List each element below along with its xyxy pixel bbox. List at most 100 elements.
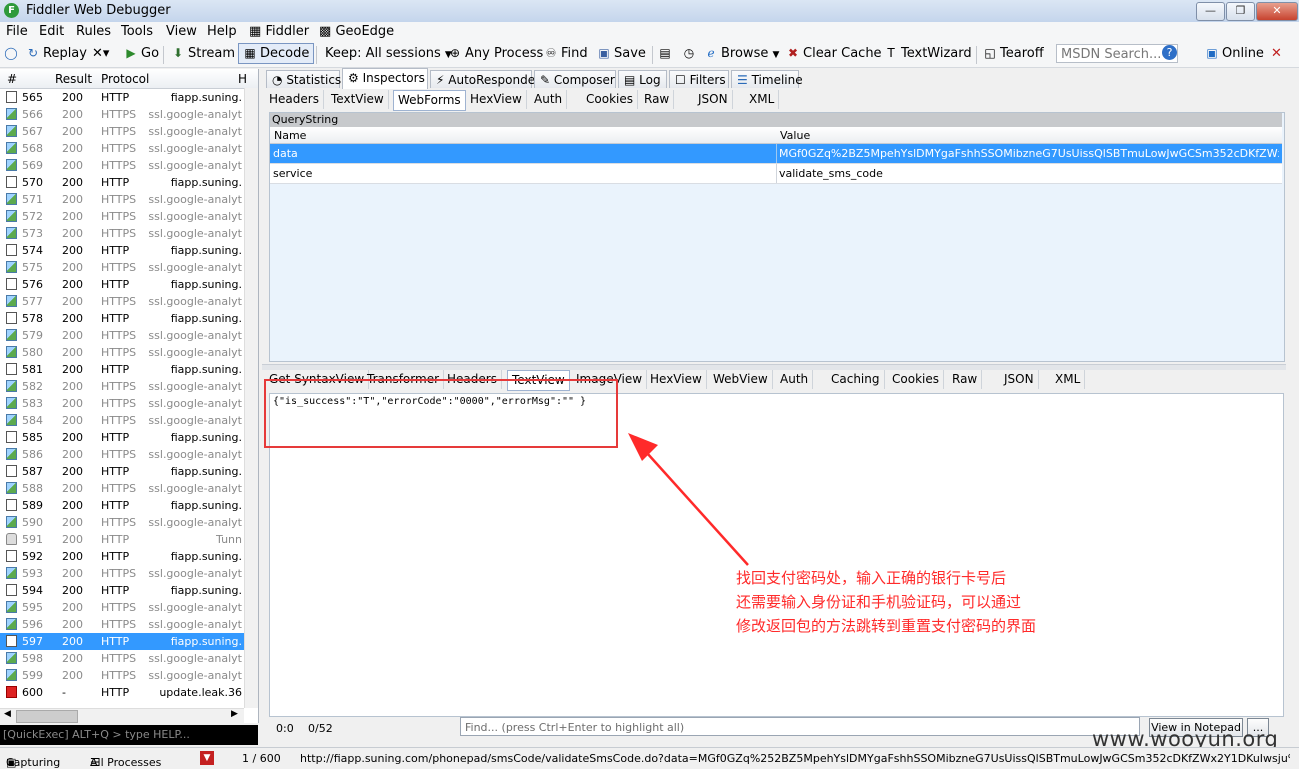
find-button[interactable]: ♾ Find (544, 46, 588, 61)
scroll-left-icon[interactable]: ◀ (4, 709, 11, 719)
col-num[interactable]: # (7, 72, 17, 86)
sessions-scrollbar[interactable] (244, 88, 258, 708)
resp-tab-cookies[interactable]: Cookies (888, 370, 944, 389)
quickexec-input[interactable]: [QuickExec] ALT+Q > type HELP... (0, 725, 258, 745)
table-row[interactable]: 577 200 HTTPS ssl.google-analyt (0, 293, 258, 310)
grid-col-value[interactable]: Value (780, 129, 810, 142)
resp-tab-xml[interactable]: XML (1051, 370, 1086, 389)
right-scrollbar[interactable] (1286, 330, 1299, 410)
table-row[interactable]: 572 200 HTTPS ssl.google-analyt (0, 208, 258, 225)
req-tab-hexview[interactable]: HexView (466, 90, 527, 109)
table-row[interactable]: 581 200 HTTP fiapp.suning. (0, 361, 258, 378)
tab-statistics[interactable]: ◔ Statistics (266, 70, 341, 88)
help-icon[interactable]: ? (1162, 45, 1177, 60)
menu-geoedge[interactable]: ▩ GeoEdge (319, 24, 394, 39)
req-tab-textview[interactable]: TextView (327, 90, 389, 109)
resp-tab-webview[interactable]: WebView (709, 370, 773, 389)
table-row[interactable]: 599 200 HTTPS ssl.google-analyt (0, 667, 258, 684)
table-row[interactable]: 570 200 HTTP fiapp.suning. (0, 174, 258, 191)
table-row[interactable]: 600 - HTTP update.leak.36 (0, 684, 258, 701)
table-row[interactable]: 590 200 HTTPS ssl.google-analyt (0, 514, 258, 531)
close-toolbar-icon[interactable]: ✕ (1271, 46, 1282, 61)
table-row[interactable]: 578 200 HTTP fiapp.suning. (0, 310, 258, 327)
tab-timeline[interactable]: ☰ Timeline (731, 70, 803, 88)
table-row[interactable]: 593 200 HTTPS ssl.google-analyt (0, 565, 258, 582)
table-row[interactable]: 566 200 HTTPS ssl.google-analyt (0, 106, 258, 123)
table-row[interactable]: 575 200 HTTPS ssl.google-analyt (0, 259, 258, 276)
table-row[interactable]: 565 200 HTTP fiapp.suning. (0, 89, 258, 106)
menu-tools[interactable]: Tools (121, 24, 153, 39)
tab-filters[interactable]: ☐ Filters (669, 70, 729, 88)
tab-log[interactable]: ▤ Log (618, 70, 667, 88)
sessions-hscroll-thumb[interactable] (16, 710, 78, 723)
table-row[interactable]: 583 200 HTTPS ssl.google-analyt (0, 395, 258, 412)
table-row[interactable]: 592 200 HTTP fiapp.suning. (0, 548, 258, 565)
table-row[interactable]: 596 200 HTTPS ssl.google-analyt (0, 616, 258, 633)
stream-button[interactable]: ⬇ Stream (171, 46, 235, 61)
online-button[interactable]: ▣ Online (1205, 46, 1264, 61)
table-row[interactable]: 579 200 HTTPS ssl.google-analyt (0, 327, 258, 344)
minimize-button[interactable]: — (1196, 2, 1225, 21)
req-tab-auth[interactable]: Auth (530, 90, 568, 109)
table-row[interactable]: 591 200 HTTP Tunn (0, 531, 258, 548)
browse-button[interactable]: ℯ Browse ▼ (704, 46, 779, 61)
table-row[interactable]: 594 200 HTTP fiapp.suning. (0, 582, 258, 599)
menu-edit[interactable]: Edit (39, 24, 64, 39)
req-tab-xml[interactable]: XML (745, 90, 780, 109)
comment-button[interactable]: ◯ (4, 46, 21, 61)
replay-button[interactable]: ↻ Replay (26, 46, 87, 61)
table-row[interactable]: 585 200 HTTP fiapp.suning. (0, 429, 258, 446)
grid-row[interactable]: service validate_sms_code (270, 164, 1282, 184)
tab-inspectors[interactable]: ⚙ Inspectors (342, 68, 428, 89)
table-row[interactable]: 568 200 HTTPS ssl.google-analyt (0, 140, 258, 157)
tab-composer[interactable]: ✎ Composer (534, 70, 616, 88)
resp-tab-hexview[interactable]: HexView (646, 370, 707, 389)
table-row[interactable]: 567 200 HTTPS ssl.google-analyt (0, 123, 258, 140)
menu-file[interactable]: File (6, 24, 28, 39)
remove-button[interactable]: ✕▾ (92, 46, 109, 61)
table-row[interactable]: 598 200 HTTPS ssl.google-analyt (0, 650, 258, 667)
resp-tab-auth[interactable]: Auth (776, 370, 814, 389)
table-row[interactable]: 573 200 HTTPS ssl.google-analyt (0, 225, 258, 242)
breakpoint-icon[interactable]: ▼ (200, 751, 214, 765)
req-tab-webforms[interactable]: WebForms (393, 90, 466, 111)
req-tab-cookies[interactable]: Cookies (582, 90, 638, 109)
tab-autoresponder[interactable]: ⚡ AutoResponder (430, 70, 540, 88)
table-row[interactable]: 580 200 HTTPS ssl.google-analyt (0, 344, 258, 361)
restore-button[interactable]: ❐ (1226, 2, 1255, 21)
table-row[interactable]: 597 200 HTTP fiapp.suning. (0, 633, 258, 650)
req-tab-raw[interactable]: Raw (640, 90, 675, 109)
close-button[interactable]: ✕ (1256, 2, 1298, 21)
screenshot-button[interactable]: ▤ (658, 46, 675, 61)
table-row[interactable]: 586 200 HTTPS ssl.google-analyt (0, 446, 258, 463)
col-protocol[interactable]: Protocol (101, 72, 149, 86)
col-host[interactable]: H (238, 72, 247, 86)
table-row[interactable]: 584 200 HTTPS ssl.google-analyt (0, 412, 258, 429)
timer-button[interactable]: ◷ (682, 46, 699, 61)
grid-col-name[interactable]: Name (274, 129, 306, 142)
find-input[interactable]: Find... (press Ctrl+Enter to highlight a… (460, 717, 1140, 736)
resp-tab-raw[interactable]: Raw (948, 370, 983, 389)
table-row[interactable]: 569 200 HTTPS ssl.google-analyt (0, 157, 258, 174)
menu-rules[interactable]: Rules (76, 24, 111, 39)
table-row[interactable]: 574 200 HTTP fiapp.suning. (0, 242, 258, 259)
clear-cache-button[interactable]: ✖ Clear Cache (786, 46, 882, 61)
menu-view[interactable]: View (166, 24, 197, 39)
go-button[interactable]: ▶ Go (124, 46, 159, 61)
req-tab-json[interactable]: JSON (694, 90, 733, 109)
menu-fiddler[interactable]: ▦ Fiddler (249, 24, 309, 39)
menu-help[interactable]: Help (207, 24, 237, 39)
col-result[interactable]: Result (55, 72, 92, 86)
table-row[interactable]: 588 200 HTTPS ssl.google-analyt (0, 480, 258, 497)
any-process-button[interactable]: ⊕ Any Process (448, 46, 543, 61)
resp-tab-json[interactable]: JSON (1000, 370, 1039, 389)
table-row[interactable]: 576 200 HTTP fiapp.suning. (0, 276, 258, 293)
scroll-right-icon[interactable]: ▶ (231, 709, 238, 719)
table-row[interactable]: 595 200 HTTPS ssl.google-analyt (0, 599, 258, 616)
textwizard-button[interactable]: T TextWizard (884, 46, 971, 61)
tearoff-button[interactable]: ◱ Tearoff (983, 46, 1043, 61)
save-button[interactable]: ▣ Save (597, 46, 646, 61)
keep-sessions-dropdown[interactable]: Keep: All sessions ▼ (325, 46, 452, 61)
req-tab-headers[interactable]: Headers (265, 90, 324, 109)
table-row[interactable]: 587 200 HTTP fiapp.suning. (0, 463, 258, 480)
